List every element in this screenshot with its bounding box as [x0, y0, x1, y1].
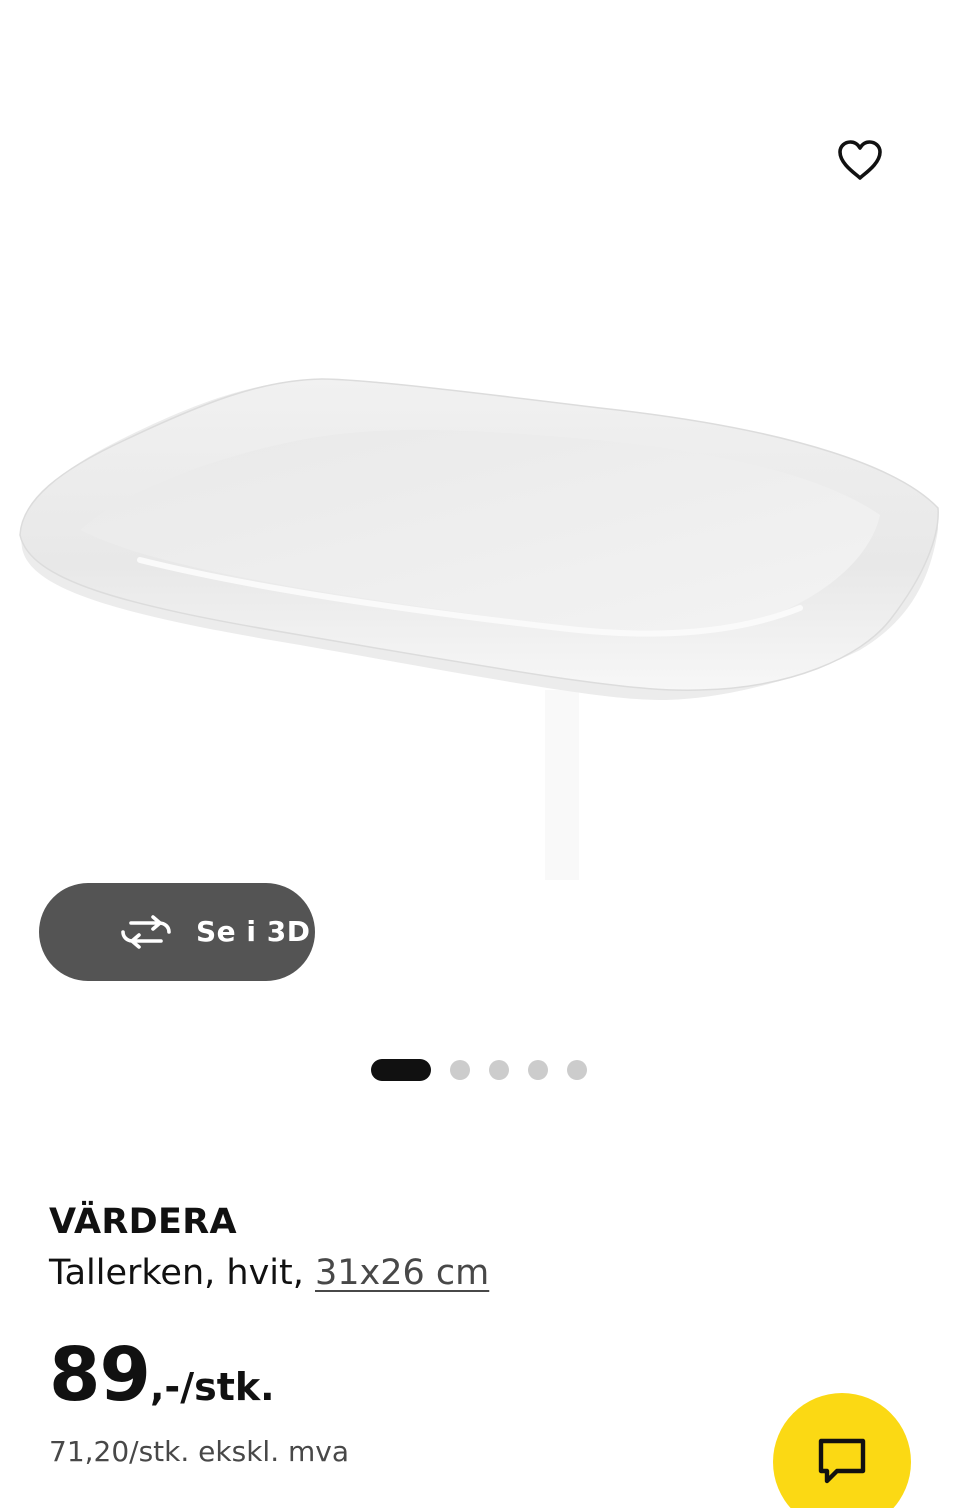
- price: 89,-/stk.: [49, 1330, 275, 1420]
- view-3d-label: Se i 3D: [196, 915, 311, 948]
- carousel-dot-2[interactable]: [450, 1060, 470, 1080]
- product-description: Tallerken, hvit, 31x26 cm: [49, 1249, 489, 1297]
- product-name: VÄRDERA: [49, 1202, 237, 1242]
- product-type: Tallerken, hvit,: [49, 1253, 315, 1293]
- carousel-dot-1[interactable]: [371, 1059, 431, 1081]
- product-page: Se i 3D VÄRDERA Tallerken, hvit, 31x26 c…: [0, 0, 960, 1508]
- carousel-dot-4[interactable]: [528, 1060, 548, 1080]
- price-suffix: ,-/stk.: [149, 1365, 275, 1409]
- heart-icon: [838, 140, 882, 180]
- rotate-3d-icon: [121, 915, 171, 949]
- carousel-dot-3[interactable]: [489, 1060, 509, 1080]
- price-value: 89: [49, 1332, 151, 1418]
- product-size-link[interactable]: 31x26 cm: [315, 1253, 489, 1293]
- chat-button[interactable]: [773, 1393, 911, 1508]
- price-excl-vat: 71,20/stk. ekskl. mva: [49, 1435, 350, 1468]
- product-image[interactable]: [0, 330, 960, 890]
- favorite-button[interactable]: [824, 124, 896, 196]
- view-3d-button[interactable]: Se i 3D: [39, 883, 315, 981]
- chat-icon: [818, 1438, 866, 1484]
- carousel-dot-5[interactable]: [567, 1060, 587, 1080]
